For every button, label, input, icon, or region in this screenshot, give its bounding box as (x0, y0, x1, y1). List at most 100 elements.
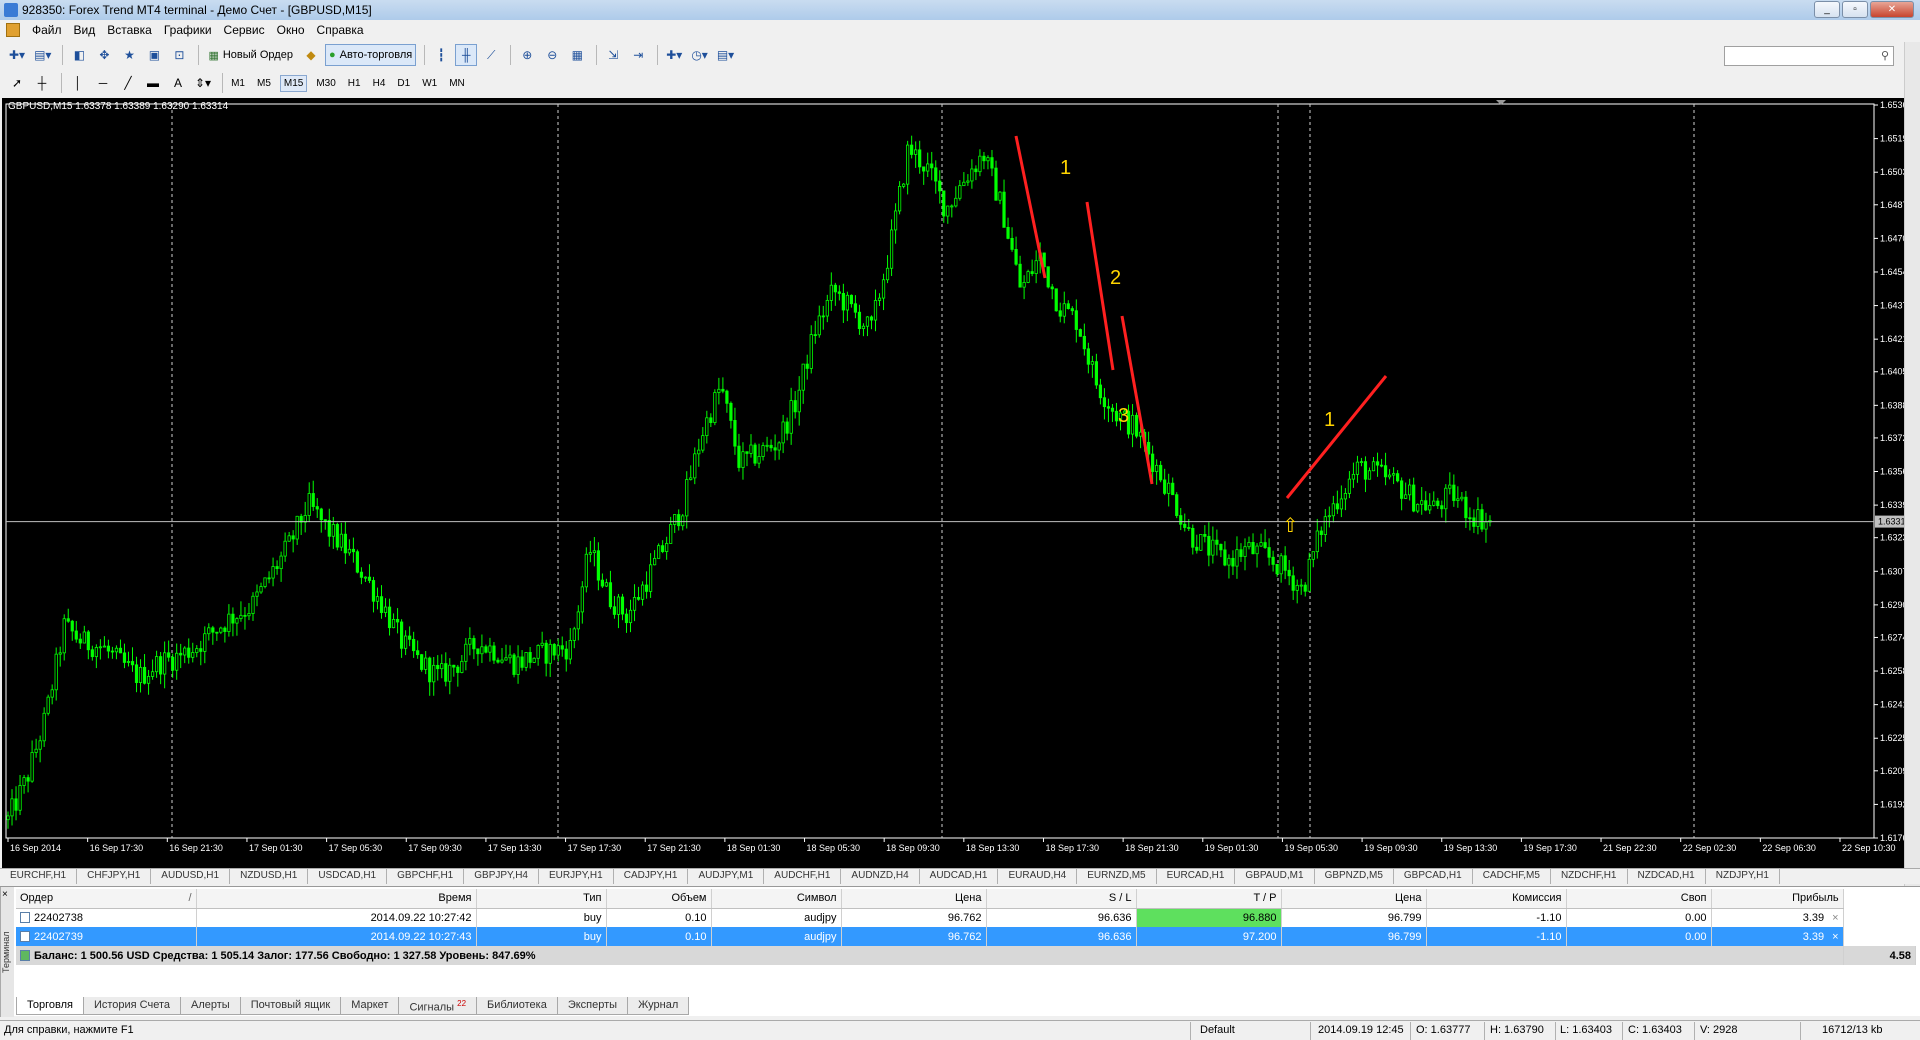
col-sl[interactable]: S / L (986, 889, 1137, 909)
crosshair-icon[interactable]: ┼ (31, 72, 53, 94)
order-tp[interactable]: 96.880 (1136, 908, 1282, 927)
price-chart[interactable]: 1.65360 1.65195 1.65030 1.64870 1.64705 1.645… (2, 98, 1916, 868)
metaeditor-icon[interactable]: ◆ (300, 44, 322, 66)
terminal-icon[interactable]: ▣ (143, 44, 165, 66)
symbol-tab[interactable]: GBPJPY,H4 (464, 869, 539, 884)
search-input[interactable]: ⚲ (1724, 46, 1894, 66)
symbol-tab[interactable]: NZDUSD,H1 (230, 869, 309, 884)
timeframe-m15[interactable]: M15 (279, 74, 308, 92)
navigator-icon[interactable]: ★ (118, 44, 140, 66)
col-tp[interactable]: T / P (1136, 889, 1282, 909)
timeframe-h1[interactable]: H1 (345, 76, 364, 91)
market-watch-icon[interactable]: ◧ (68, 44, 90, 66)
line-chart-icon[interactable]: ⟋ (480, 44, 502, 66)
symbol-tab[interactable]: NZDCAD,H1 (1628, 869, 1706, 884)
order-row-selected[interactable]: 22402739 2014.09.22 10:27:43 buy 0.10 au… (16, 927, 1916, 946)
menu-view[interactable]: Вид (74, 23, 96, 37)
col-current-price[interactable]: Цена (1281, 889, 1427, 909)
trendline-icon[interactable]: ╱ (117, 72, 139, 94)
symbol-tab[interactable]: GBPAUD,M1 (1235, 869, 1315, 884)
order-sl[interactable]: 96.636 (986, 908, 1137, 927)
tab-mailbox[interactable]: Почтовый ящик (239, 997, 342, 1015)
symbol-tab[interactable]: NZDCHF,H1 (1551, 869, 1628, 884)
auto-scroll-icon[interactable]: ⇲ (602, 44, 624, 66)
col-commission[interactable]: Комиссия (1426, 889, 1567, 909)
col-order[interactable]: Ордер / (16, 889, 197, 909)
symbol-tab[interactable]: EURCHF,H1 (0, 869, 78, 884)
text-icon[interactable]: A (167, 72, 189, 94)
tab-alerts[interactable]: Алерты (180, 997, 241, 1015)
symbol-tab[interactable]: EURNZD,M5 (1077, 869, 1157, 884)
tab-journal[interactable]: Журнал (627, 997, 690, 1015)
tab-library[interactable]: Библиотека (476, 997, 558, 1015)
indicators-icon[interactable]: ✚▾ (663, 44, 685, 66)
timeframe-d1[interactable]: D1 (394, 76, 413, 91)
chart-canvas[interactable]: 1.653601.651951.650301.648701.647051.645… (2, 98, 1916, 868)
col-swap[interactable]: Своп (1566, 889, 1712, 909)
minimize-button[interactable]: _ (1814, 1, 1840, 18)
timeframe-w1[interactable]: W1 (419, 76, 440, 91)
symbol-tab[interactable]: AUDNZD,H4 (841, 869, 920, 884)
candlesticks-icon[interactable]: ╫ (455, 44, 478, 66)
order-tp[interactable]: 97.200 (1136, 927, 1282, 946)
symbol-tab[interactable]: USDCAD,H1 (308, 869, 388, 884)
tab-market[interactable]: Маркет (340, 997, 400, 1015)
arrows-icon[interactable]: ⇕▾ (192, 72, 214, 94)
timeframe-m5[interactable]: M5 (254, 76, 274, 91)
tile-windows-icon[interactable]: ▦ (566, 44, 588, 66)
symbol-tab[interactable]: AUDCHF,H1 (764, 869, 842, 884)
vertical-line-icon[interactable]: │ (67, 72, 89, 94)
auto-trading-button[interactable]: ● Авто-торговля (324, 44, 417, 66)
timeframe-mn[interactable]: MN (446, 76, 468, 91)
bar-chart-icon[interactable]: ┇ (430, 44, 452, 66)
menu-file[interactable]: Файл (32, 23, 62, 37)
col-type[interactable]: Тип (476, 889, 607, 909)
status-profile[interactable]: Default (1200, 1024, 1235, 1036)
new-chart-icon[interactable]: ✚▾ (6, 44, 28, 66)
close-button[interactable]: ✕ (1870, 1, 1914, 18)
new-order-button[interactable]: ▦ Новый Ордер (204, 44, 297, 66)
timeframe-m1[interactable]: M1 (228, 76, 248, 91)
symbol-tab[interactable]: AUDJPY,M1 (688, 869, 765, 884)
strategy-tester-icon[interactable]: ⊡ (168, 44, 190, 66)
col-symbol[interactable]: Символ (711, 889, 842, 909)
symbol-tab[interactable]: AUDUSD,H1 (151, 869, 231, 884)
menu-insert[interactable]: Вставка (107, 23, 152, 37)
timeframe-m30[interactable]: M30 (313, 76, 338, 91)
col-time[interactable]: Время (196, 889, 477, 909)
menu-window[interactable]: Окно (277, 23, 305, 37)
timeframe-h4[interactable]: H4 (370, 76, 389, 91)
close-order-icon[interactable]: × (1832, 912, 1838, 924)
symbol-tab[interactable]: EURAUD,H4 (998, 869, 1078, 884)
col-volume[interactable]: Объем (606, 889, 712, 909)
menu-charts[interactable]: Графики (164, 23, 212, 37)
col-profit[interactable]: Прибыль (1711, 889, 1844, 909)
cursor-icon[interactable]: ➚ (6, 72, 28, 94)
data-window-icon[interactable]: ✥ (93, 44, 115, 66)
terminal-close-icon[interactable]: × (2, 889, 8, 900)
chart-shift-icon[interactable]: ⇥ (627, 44, 649, 66)
vertical-scrollbar[interactable] (1904, 42, 1920, 1002)
tab-experts[interactable]: Эксперты (556, 997, 629, 1015)
order-row[interactable]: 22402738 2014.09.22 10:27:42 buy 0.10 au… (16, 908, 1916, 927)
channel-icon[interactable]: ▬ (142, 72, 164, 94)
symbol-tab[interactable]: GBPCAD,H1 (1394, 869, 1473, 884)
symbol-tab[interactable]: EURJPY,H1 (539, 869, 614, 884)
maximize-button[interactable]: ▫ (1842, 1, 1868, 18)
periods-icon[interactable]: ◷▾ (688, 44, 711, 66)
symbol-tab[interactable]: CHFJPY,H1 (77, 869, 152, 884)
menu-help[interactable]: Справка (317, 23, 364, 37)
tab-trade[interactable]: Торговля (16, 997, 84, 1015)
horizontal-line-icon[interactable]: ─ (92, 72, 114, 94)
menu-tools[interactable]: Сервис (224, 23, 265, 37)
tab-account-history[interactable]: История Счета (82, 997, 182, 1015)
zoom-in-icon[interactable]: ⊕ (516, 44, 538, 66)
symbol-tab[interactable]: CADJPY,H1 (614, 869, 689, 884)
zoom-out-icon[interactable]: ⊖ (541, 44, 563, 66)
col-price[interactable]: Цена (841, 889, 987, 909)
tab-signals[interactable]: Сигналы 22 (398, 997, 478, 1015)
symbol-tab[interactable]: EURCAD,H1 (1157, 869, 1236, 884)
order-sl[interactable]: 96.636 (986, 927, 1137, 946)
profiles-icon[interactable]: ▤▾ (31, 44, 54, 66)
close-order-icon[interactable]: × (1832, 931, 1838, 943)
